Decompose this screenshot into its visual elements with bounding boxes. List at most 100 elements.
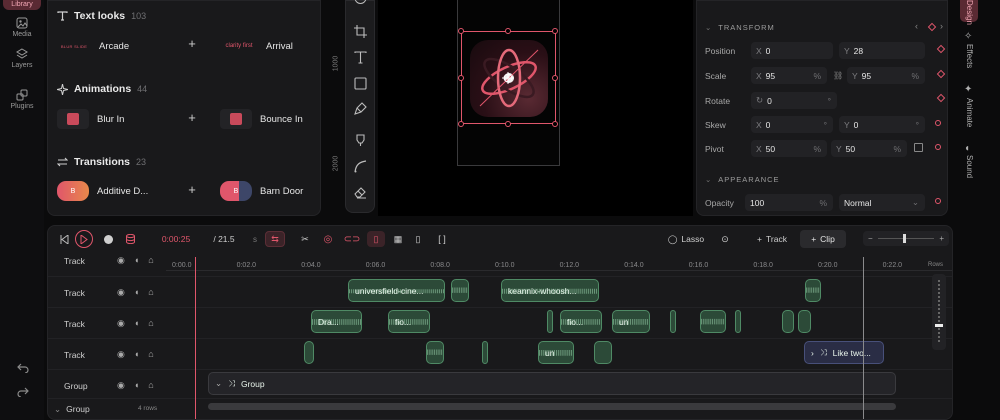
- eye-icon[interactable]: ◉: [117, 349, 125, 360]
- pen-tool-icon[interactable]: [354, 102, 367, 115]
- zoom-thumb[interactable]: [903, 234, 906, 243]
- scale-y-field[interactable]: Y 95%: [847, 67, 925, 84]
- resize-handle-top[interactable]: [505, 28, 511, 34]
- crosshair-icon[interactable]: [502, 72, 514, 84]
- add-text-look-button[interactable]: +: [185, 36, 199, 51]
- clip-universfield[interactable]: universfield-cine...: [348, 279, 445, 302]
- clip-small[interactable]: [594, 341, 612, 364]
- eraser-tool-icon[interactable]: [354, 186, 367, 199]
- clip-un-2[interactable]: un: [538, 341, 574, 364]
- skew-x-field[interactable]: X 0 °: [751, 116, 833, 133]
- row-height-slider[interactable]: [932, 274, 946, 350]
- transition-additive[interactable]: B Additive D...: [57, 181, 148, 201]
- rail-media-button[interactable]: Media: [0, 17, 44, 38]
- sound-tab[interactable]: Sound: [965, 155, 974, 178]
- lock-icon[interactable]: ⌂: [148, 349, 153, 360]
- rail-plugins-button[interactable]: Plugins: [0, 89, 44, 110]
- eye-icon[interactable]: ◉: [117, 255, 125, 266]
- link-icon[interactable]: ⛓: [833, 71, 843, 80]
- pivot-anchor-icon[interactable]: [914, 143, 923, 152]
- group-collapse-row[interactable]: ⌄ Group 4 rows: [48, 398, 952, 419]
- animation-blur-in[interactable]: Blur In: [57, 109, 124, 129]
- speaker-icon[interactable]: ◖: [134, 318, 139, 329]
- rail-layers-button[interactable]: Layers: [0, 48, 44, 69]
- opacity-keyframe-dot[interactable]: [935, 198, 941, 204]
- lock-icon[interactable]: ⌂: [148, 380, 153, 391]
- pivot-x-field[interactable]: X 50%: [751, 140, 827, 157]
- clip-fio-2[interactable]: fio...: [560, 310, 602, 333]
- animate-tab[interactable]: Animate: [965, 98, 974, 127]
- add-animation-button[interactable]: +: [185, 110, 199, 125]
- resize-handle-tl[interactable]: [458, 28, 464, 34]
- effects-tab[interactable]: Effects: [965, 44, 974, 68]
- track-lane-0[interactable]: Track ◉ ◖ ⌂: [48, 246, 952, 277]
- pivot-y-field[interactable]: Y 50%: [831, 140, 907, 157]
- clip-fio-1[interactable]: fio...: [388, 310, 430, 333]
- clip-dra[interactable]: Dra...: [311, 310, 362, 333]
- group-scrollbar[interactable]: [208, 403, 896, 410]
- clip-sliver[interactable]: [482, 341, 488, 364]
- keyframe-prev-icon[interactable]: ‹: [915, 21, 918, 31]
- eye-icon[interactable]: ◉: [117, 318, 125, 329]
- transform-header[interactable]: ⌄ TRANSFORM: [705, 23, 775, 32]
- bookmark-button[interactable]: ▯: [367, 231, 385, 247]
- speaker-icon[interactable]: ◖: [134, 349, 139, 360]
- eye-icon[interactable]: ◉: [117, 380, 125, 391]
- playhead[interactable]: [195, 257, 196, 419]
- resize-handle-right[interactable]: [552, 75, 558, 81]
- clip-small[interactable]: [700, 310, 726, 333]
- resize-handle-bottom[interactable]: [505, 121, 511, 127]
- clip-small[interactable]: [782, 310, 794, 333]
- ellipse-tool-icon[interactable]: [354, 0, 367, 5]
- text-tool-icon[interactable]: [354, 51, 367, 64]
- clip-small[interactable]: [426, 341, 444, 364]
- scale-x-field[interactable]: X 95%: [751, 67, 827, 84]
- row-height-thumb[interactable]: [935, 324, 943, 327]
- animation-bounce-in[interactable]: Bounce In: [220, 109, 303, 129]
- crop-tool-icon[interactable]: [354, 25, 367, 38]
- lock-icon[interactable]: ⌂: [148, 318, 153, 329]
- curve-tool-icon[interactable]: [354, 160, 367, 173]
- text-look-arcade[interactable]: BLUR SLIDE Arcade: [57, 37, 129, 55]
- clip-small[interactable]: [805, 279, 821, 302]
- design-tab[interactable]: Design: [965, 0, 974, 25]
- selection-box[interactable]: [461, 31, 556, 124]
- speaker-icon[interactable]: ◖: [134, 255, 139, 266]
- rail-library-tab[interactable]: Library: [3, 0, 41, 10]
- redo-button[interactable]: [17, 387, 29, 397]
- clip-un-1[interactable]: un: [612, 310, 650, 333]
- skew-keyframe-dot[interactable]: [935, 120, 941, 126]
- clip-small[interactable]: [798, 310, 811, 333]
- undo-button[interactable]: [17, 363, 29, 373]
- add-transition-button[interactable]: +: [185, 182, 199, 197]
- keyframe-next-icon[interactable]: ›: [940, 21, 943, 31]
- clip-sliver[interactable]: [547, 310, 553, 333]
- zoom-slider[interactable]: − +: [863, 231, 949, 246]
- eye-icon[interactable]: ◉: [117, 287, 125, 298]
- pivot-keyframe-dot[interactable]: [935, 144, 941, 150]
- opacity-field[interactable]: 100%: [745, 194, 833, 211]
- marker-tool-icon[interactable]: [354, 134, 367, 147]
- transition-barn-door[interactable]: B Barn Door: [220, 181, 303, 201]
- clip-small[interactable]: [304, 341, 314, 364]
- blend-mode-select[interactable]: Normal ⌄: [839, 194, 925, 211]
- lock-icon[interactable]: ⌂: [148, 255, 153, 266]
- resize-handle-tr[interactable]: [552, 28, 558, 34]
- speaker-icon[interactable]: ◖: [134, 287, 139, 298]
- clip-keannix[interactable]: keannix-whoosh...: [501, 279, 599, 302]
- clip-sliver[interactable]: [670, 310, 676, 333]
- clip-small[interactable]: [451, 279, 469, 302]
- text-look-arrival[interactable]: clarity first Arrival: [220, 37, 293, 55]
- swap-button[interactable]: ⇆: [265, 231, 285, 247]
- rectangle-tool-icon[interactable]: [354, 77, 367, 90]
- lock-icon[interactable]: ⌂: [148, 287, 153, 298]
- end-marker[interactable]: [863, 257, 864, 419]
- group-clip[interactable]: ⌄ ⤨ Group: [208, 372, 896, 395]
- clip-like-two[interactable]: › ⤨ Like two...: [804, 341, 884, 364]
- speaker-icon[interactable]: ◖: [134, 380, 139, 391]
- keyframe-diamond-icon[interactable]: [927, 22, 937, 32]
- track-lane-2[interactable]: Track ◉ ◖ ⌂: [48, 307, 952, 338]
- rotate-field[interactable]: ↻ 0 °: [751, 92, 837, 109]
- position-x-field[interactable]: X0: [751, 42, 833, 59]
- appearance-header[interactable]: ⌄ APPEARANCE: [705, 175, 780, 184]
